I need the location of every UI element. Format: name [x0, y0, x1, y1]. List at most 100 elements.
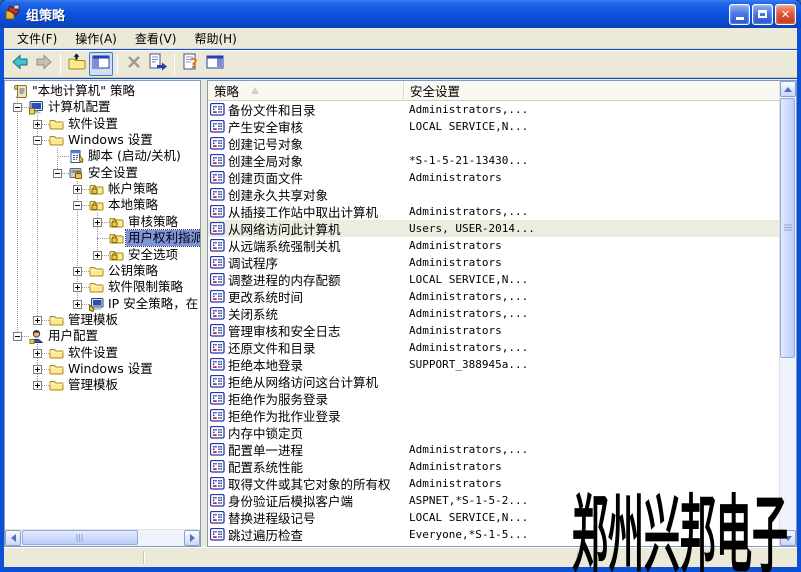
policy-row-14[interactable]: 还原文件和目录Administrators,...	[208, 339, 779, 356]
expand-plus-button[interactable]	[93, 251, 102, 260]
policy-row-19[interactable]: 内存中锁定页	[208, 424, 779, 441]
tree-item-label[interactable]: 用户配置	[46, 328, 100, 344]
policy-row-7[interactable]: 从网络访问此计算机Users, USER-2014...	[208, 220, 779, 237]
expand-plus-button[interactable]	[93, 218, 102, 227]
toolbar-back-button[interactable]	[8, 52, 32, 76]
tree-item-14[interactable]: 管理模板	[5, 312, 200, 329]
collapse-minus-button[interactable]	[73, 201, 82, 210]
column-header-security-setting[interactable]: 安全设置	[404, 81, 779, 100]
tree-item-7[interactable]: 本地策略	[5, 197, 200, 214]
tree-item-label[interactable]: 管理模板	[66, 377, 120, 393]
tree-item-6[interactable]: 帐户策略	[5, 181, 200, 198]
column-header-policy[interactable]: 策略	[208, 81, 404, 100]
tree-item-label[interactable]: 本地策略	[106, 197, 160, 213]
tree-item-0[interactable]: "本地计算机" 策略	[5, 83, 200, 100]
policy-row-0[interactable]: 备份文件和目录Administrators,...	[208, 101, 779, 118]
expand-plus-button[interactable]	[33, 381, 42, 390]
tree-item-label[interactable]: 用户权利指派	[126, 230, 200, 246]
expand-plus-button[interactable]	[73, 267, 82, 276]
computer-config-icon	[29, 100, 44, 114]
policy-row-20[interactable]: 配置单一进程Administrators,...	[208, 441, 779, 458]
close-button[interactable]: ✕	[775, 4, 796, 25]
collapse-minus-button[interactable]	[13, 103, 22, 112]
tree-item-8[interactable]: 审核策略	[5, 214, 200, 231]
tree-item-label[interactable]: 审核策略	[126, 214, 180, 230]
collapse-minus-button[interactable]	[33, 136, 42, 145]
vertical-scroll-thumb[interactable]	[780, 98, 795, 358]
horizontal-scroll-thumb[interactable]	[22, 530, 138, 545]
scroll-right-button[interactable]	[184, 530, 200, 546]
tree-item-label[interactable]: Windows 设置	[66, 132, 155, 148]
toolbar-export-list-button[interactable]	[146, 52, 170, 76]
tree-item-label[interactable]: 安全选项	[126, 247, 180, 263]
policy-row-6[interactable]: 从插接工作站中取出计算机Administrators,...	[208, 203, 779, 220]
tree-item-label[interactable]: "本地计算机" 策略	[30, 83, 137, 99]
tree-item-label[interactable]: 脚本 (启动/关机)	[86, 148, 183, 164]
tree-item-4[interactable]: 脚本 (启动/关机)	[5, 148, 200, 165]
tree-item-1[interactable]: 计算机配置	[5, 99, 200, 116]
tree-horizontal-scrollbar[interactable]	[5, 529, 200, 546]
tree-item-2[interactable]: 软件设置	[5, 116, 200, 133]
expand-plus-button[interactable]	[33, 365, 42, 374]
tree-item-13[interactable]: IP 安全策略，在	[5, 296, 200, 313]
tree-item-label[interactable]: 软件设置	[66, 116, 120, 132]
scroll-up-button[interactable]	[780, 81, 796, 97]
tree-item-label[interactable]: 软件设置	[66, 345, 120, 361]
toolbar-show-hide-action-pane-button[interactable]	[203, 52, 227, 76]
minimize-button[interactable]	[729, 4, 750, 25]
menu-item-1[interactable]: 操作(A)	[66, 28, 126, 49]
maximize-button[interactable]	[752, 4, 773, 25]
policy-row-9[interactable]: 调试程序Administrators	[208, 254, 779, 271]
expand-plus-button[interactable]	[33, 316, 42, 325]
expand-plus-button[interactable]	[33, 349, 42, 358]
expand-plus-button[interactable]	[73, 300, 82, 309]
expand-plus-button[interactable]	[73, 283, 82, 292]
tree-item-label[interactable]: Windows 设置	[66, 361, 155, 377]
tree-item-label[interactable]: 计算机配置	[46, 99, 113, 115]
collapse-minus-button[interactable]	[13, 332, 22, 341]
policy-row-3[interactable]: 创建全局对象*S-1-5-21-13430...	[208, 152, 779, 169]
toolbar-help-button[interactable]: ?	[179, 52, 203, 76]
policy-row-8[interactable]: 从远端系统强制关机Administrators	[208, 237, 779, 254]
tree-item-label[interactable]: 管理模板	[66, 312, 120, 328]
scroll-left-button[interactable]	[5, 530, 21, 546]
tree-item-17[interactable]: Windows 设置	[5, 361, 200, 378]
tree-item-label[interactable]: 软件限制策略	[106, 279, 185, 295]
title-bar[interactable]: 组策略 ✕	[0, 0, 801, 28]
tree-item-12[interactable]: 软件限制策略	[5, 279, 200, 296]
tree-item-3[interactable]: Windows 设置	[5, 132, 200, 149]
policy-row-2[interactable]: 创建记号对象	[208, 135, 779, 152]
policy-row-12[interactable]: 关闭系统Administrators,...	[208, 305, 779, 322]
tree-item-label[interactable]: 帐户策略	[106, 181, 160, 197]
expand-plus-button[interactable]	[73, 185, 82, 194]
tree-item-18[interactable]: 管理模板	[5, 377, 200, 394]
toolbar-delete-button[interactable]	[122, 52, 146, 76]
menu-item-0[interactable]: 文件(F)	[8, 28, 66, 49]
tree-item-5[interactable]: 安全设置	[5, 165, 200, 182]
policy-row-16[interactable]: 拒绝从网络访问这台计算机	[208, 373, 779, 390]
policy-row-18[interactable]: 拒绝作为批作业登录	[208, 407, 779, 424]
policy-row-1[interactable]: 产生安全审核LOCAL SERVICE,N...	[208, 118, 779, 135]
policy-row-11[interactable]: 更改系统时间Administrators,...	[208, 288, 779, 305]
policy-row-10[interactable]: 调整进程的内存配额LOCAL SERVICE,N...	[208, 271, 779, 288]
tree-item-label[interactable]: IP 安全策略，在	[106, 296, 200, 312]
policy-row-13[interactable]: 管理审核和安全日志Administrators	[208, 322, 779, 339]
policy-row-5[interactable]: 创建永久共享对象	[208, 186, 779, 203]
toolbar-forward-button[interactable]	[32, 52, 56, 76]
menu-item-3[interactable]: 帮助(H)	[185, 28, 245, 49]
tree-item-16[interactable]: 软件设置	[5, 345, 200, 362]
tree-item-11[interactable]: 公钥策略	[5, 263, 200, 280]
policy-row-4[interactable]: 创建页面文件Administrators	[208, 169, 779, 186]
toolbar-up-one-level-button[interactable]	[65, 52, 89, 76]
tree-item-label[interactable]: 安全设置	[86, 165, 140, 181]
expand-plus-button[interactable]	[33, 120, 42, 129]
tree-item-15[interactable]: 用户配置	[5, 328, 200, 345]
tree-item-label[interactable]: 公钥策略	[106, 263, 160, 279]
toolbar-show-hide-console-tree-button[interactable]	[89, 52, 113, 76]
tree-item-9[interactable]: 用户权利指派	[5, 230, 200, 247]
tree-item-10[interactable]: 安全选项	[5, 247, 200, 264]
policy-row-17[interactable]: 拒绝作为服务登录	[208, 390, 779, 407]
policy-row-15[interactable]: 拒绝本地登录SUPPORT_388945a...	[208, 356, 779, 373]
collapse-minus-button[interactable]	[53, 169, 62, 178]
menu-item-2[interactable]: 查看(V)	[126, 28, 186, 49]
